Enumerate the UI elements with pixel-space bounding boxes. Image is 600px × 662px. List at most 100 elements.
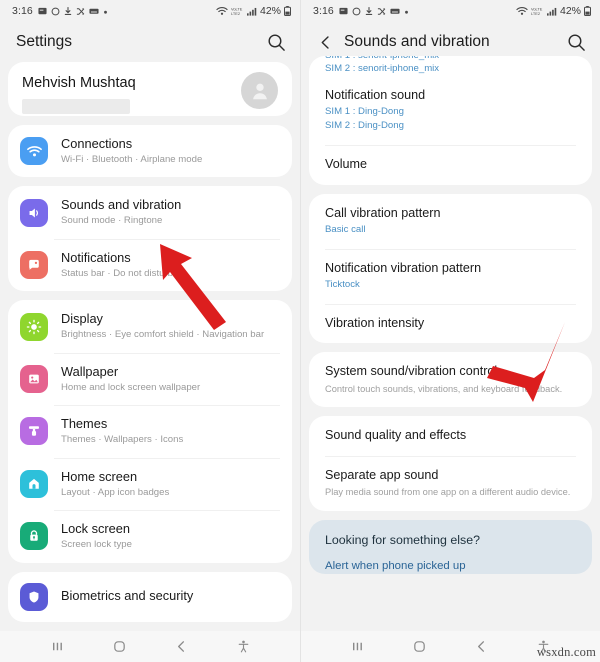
- status-bar-time: 3:16: [12, 5, 33, 17]
- sound-group-system-control[interactable]: System sound/vibration control Control t…: [309, 352, 592, 408]
- settings-row-biometrics-and-security[interactable]: Biometrics and security: [8, 572, 292, 622]
- settings-row-wallpaper[interactable]: Wallpaper Home and lock screen wallpaper: [8, 352, 292, 405]
- message-icon: [339, 7, 348, 14]
- settings-row-connections[interactable]: Connections Wi-Fi · Bluetooth · Airplane…: [8, 125, 292, 177]
- settings-group-connections[interactable]: Connections Wi-Fi · Bluetooth · Airplane…: [8, 125, 292, 178]
- settings-row-notification-vibration-pattern[interactable]: Notification vibration pattern Ticktock: [309, 248, 592, 304]
- profile-name: Mehvish Mushtaq: [22, 75, 136, 91]
- settings-row-vibration-intensity[interactable]: Vibration intensity: [309, 304, 592, 343]
- settings-row-title: Lock screen: [61, 521, 130, 537]
- keyboard-icon: [390, 8, 400, 14]
- settings-row-subtitle: Brightness · Eye comfort shield · Naviga…: [61, 329, 265, 341]
- status-bar: 3:16 VoLTE LTE2 42%: [0, 0, 300, 22]
- settings-row-title: Home screen: [61, 468, 138, 484]
- watermark: wsxdn.com: [536, 645, 596, 659]
- home-icon: [20, 469, 48, 498]
- left-navigation-bar[interactable]: [0, 631, 300, 662]
- wifi-icon: [516, 7, 528, 15]
- settings-row-sounds-and-vibration[interactable]: Sounds and vibration Sound mode · Ringto…: [8, 186, 292, 238]
- shield-icon: [20, 582, 48, 611]
- sound-group-quality[interactable]: Sound quality and effects Separate app s…: [309, 416, 592, 511]
- circle-icon: [352, 7, 361, 15]
- accessibility-icon[interactable]: [223, 639, 263, 654]
- samsung-account-row[interactable]: Mehvish Mushtaq: [8, 62, 292, 116]
- settings-row-ringtone-clipped[interactable]: SIM 1 : senorit-iphone_mix SIM 2 : senor…: [309, 56, 592, 76]
- promo-title: Looking for something else?: [325, 532, 480, 547]
- settings-row-title: Connections: [61, 136, 133, 151]
- shuffle-icon: [76, 7, 85, 15]
- speaker-icon: [20, 198, 48, 227]
- home-icon[interactable]: [400, 639, 440, 654]
- settings-row-themes[interactable]: Themes Themes · Wallpapers · Icons: [8, 405, 292, 457]
- settings-row-home-screen[interactable]: Home screen Layout · App icon badges: [8, 457, 292, 510]
- search-icon[interactable]: [267, 33, 286, 52]
- settings-row-subtitle: Play media sound from one app on a diffe…: [325, 487, 571, 498]
- settings-row-title: Volume: [325, 157, 368, 172]
- settings-row-separate-app-sound[interactable]: Separate app sound Play media sound from…: [309, 455, 592, 511]
- sound-group-vibration[interactable]: Call vibration pattern Basic call Notifi…: [309, 193, 592, 344]
- settings-row-notification-sound[interactable]: Notification sound SIM 1 : Ding-Dong SIM…: [309, 76, 592, 145]
- wifi-icon: [216, 7, 228, 15]
- notification-sound-sim1-value: SIM 1 : Ding-Dong: [325, 106, 404, 118]
- recents-icon[interactable]: [338, 639, 378, 654]
- page-title: Sounds and vibration: [344, 33, 490, 50]
- keyboard-icon: [89, 8, 99, 14]
- sound-group-ringtone[interactable]: SIM 1 : senorit-iphone_mix SIM 2 : senor…: [309, 56, 592, 185]
- status-bar-system-icons: VoLTE LTE2 42%: [516, 5, 591, 17]
- recents-icon[interactable]: [37, 639, 77, 654]
- side-by-side-screenshots: 3:16 VoLTE LTE2 42% Settings Mehvish Mus…: [0, 0, 600, 662]
- battery-icon: [284, 6, 291, 16]
- notification-sound-sim2-value: SIM 2 : Ding-Dong: [325, 120, 404, 132]
- settings-row-subtitle: Themes · Wallpapers · Icons: [61, 434, 184, 446]
- chevron-left-icon[interactable]: [317, 34, 334, 51]
- settings-group-biometrics[interactable]: Biometrics and security: [8, 571, 292, 622]
- settings-group-display[interactable]: Display Brightness · Eye comfort shield …: [8, 300, 292, 563]
- status-bar-notification-icons: [339, 6, 409, 16]
- ringtone-sim2-value: SIM 2 : senorit-iphone_mix: [325, 63, 440, 74]
- settings-row-sound-quality-and-effects[interactable]: Sound quality and effects: [309, 416, 592, 455]
- promo-link-alert-when-phone-picked-up[interactable]: Alert when phone picked up: [325, 559, 576, 574]
- settings-row-notifications[interactable]: Notifications Status bar · Do not distur…: [8, 238, 292, 291]
- left-settings-list[interactable]: Mehvish Mushtaq Connections Wi-Fi · Blue…: [0, 62, 300, 631]
- image-icon: [20, 365, 48, 394]
- sounds-settings-list[interactable]: SIM 1 : senorit-iphone_mix SIM 2 : senor…: [301, 56, 600, 631]
- status-bar: 3:16 VoLTE LTE2 42%: [301, 0, 600, 22]
- looking-for-something-else-card[interactable]: Looking for something else? Alert when p…: [309, 519, 592, 574]
- signal-icon: [546, 7, 557, 16]
- settings-row-subtitle: Control touch sounds, vibrations, and ke…: [325, 383, 563, 394]
- page-title: Settings: [16, 33, 73, 50]
- right-phone-screen: 3:16 VoLTE LTE2 42% Sounds and vibration…: [300, 0, 600, 662]
- download-icon: [365, 6, 373, 15]
- back-icon[interactable]: [161, 639, 201, 654]
- back-icon[interactable]: [461, 639, 501, 654]
- settings-row-title: System sound/vibration control: [325, 364, 498, 379]
- svg-text:LTE2: LTE2: [231, 11, 240, 16]
- settings-row-subtitle: Home and lock screen wallpaper: [61, 381, 201, 393]
- bell-bubble-icon: [20, 251, 48, 280]
- status-bar-notification-icons: [38, 6, 108, 16]
- battery-icon: [584, 6, 591, 16]
- settings-row-title: Sounds and vibration: [61, 197, 182, 213]
- avatar[interactable]: [241, 72, 278, 109]
- settings-row-title: Notification vibration pattern: [325, 260, 482, 275]
- circle-icon: [51, 7, 60, 15]
- volte-icon: VoLTELTE2: [231, 7, 243, 16]
- wifi-icon: [20, 137, 48, 166]
- home-icon[interactable]: [99, 639, 139, 654]
- svg-text:LTE2: LTE2: [531, 11, 540, 16]
- settings-row-call-vibration-pattern[interactable]: Call vibration pattern Basic call: [309, 194, 592, 249]
- settings-row-lock-screen[interactable]: Lock screen Screen lock type: [8, 510, 292, 562]
- settings-row-title: Display: [61, 311, 103, 327]
- settings-row-title: Wallpaper: [61, 363, 119, 379]
- search-icon[interactable]: [567, 33, 586, 52]
- settings-group-sounds-notifications[interactable]: Sounds and vibration Sound mode · Ringto…: [8, 186, 292, 292]
- profile-card[interactable]: Mehvish Mushtaq: [8, 62, 292, 116]
- left-app-bar: Settings: [0, 22, 300, 62]
- settings-row-system-sound-vibration-control[interactable]: System sound/vibration control Control t…: [309, 352, 592, 407]
- settings-row-title: Notification sound: [325, 88, 426, 102]
- dot-icon: [404, 10, 408, 14]
- settings-row-display[interactable]: Display Brightness · Eye comfort shield …: [8, 300, 292, 352]
- status-bar-system-icons: VoLTE LTE2 42%: [216, 5, 291, 17]
- left-phone-screen: 3:16 VoLTE LTE2 42% Settings Mehvish Mus…: [0, 0, 300, 662]
- settings-row-volume[interactable]: Volume: [309, 145, 592, 184]
